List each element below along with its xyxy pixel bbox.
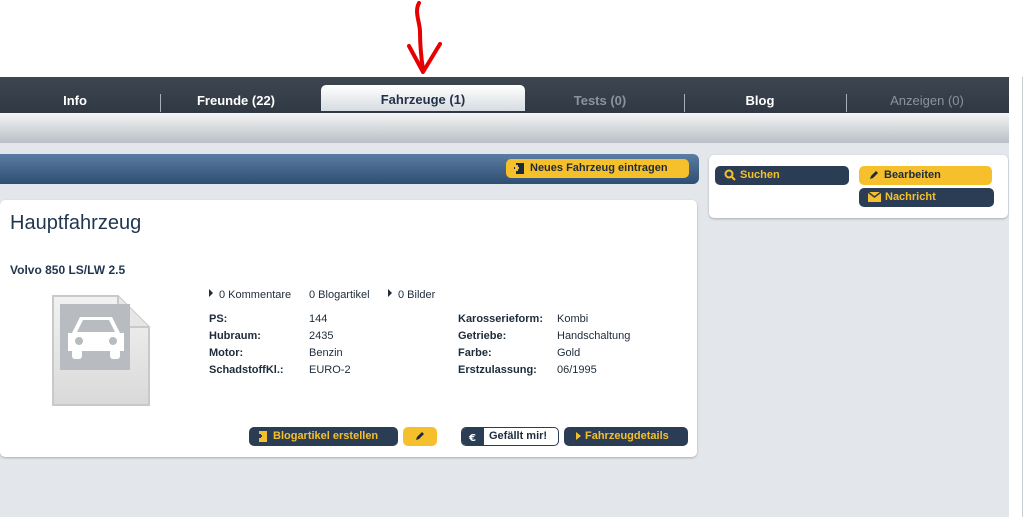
page-border bbox=[1022, 77, 1023, 517]
spec-row: Erstzulassung: bbox=[458, 364, 537, 376]
pencil-icon bbox=[416, 432, 424, 441]
arrow-right-icon bbox=[209, 289, 213, 297]
spec-row: Hubraum: bbox=[209, 330, 261, 342]
create-blog-label: Blogartikel erstellen bbox=[273, 430, 379, 442]
vehicle-details-label: Fahrzeugdetails bbox=[585, 430, 669, 442]
add-document-icon bbox=[514, 162, 524, 174]
tab-bar: Info Freunde (22) Fahrzeuge (1) Tests (0… bbox=[0, 77, 1009, 113]
images-link[interactable]: 0 Bilder bbox=[388, 289, 435, 301]
spec-value: 06/1995 bbox=[557, 364, 597, 376]
blog-articles-link[interactable]: 0 Blogartikel bbox=[309, 289, 370, 301]
spec-row: PS: bbox=[209, 313, 228, 325]
envelope-icon bbox=[868, 192, 881, 203]
spec-value: EURO-2 bbox=[309, 364, 351, 376]
like-label: Gefällt mir! bbox=[489, 430, 548, 442]
new-vehicle-button[interactable]: Neues Fahrzeug eintragen bbox=[506, 159, 689, 178]
annotation-arrow-icon bbox=[407, 1, 442, 74]
spec-value: 144 bbox=[309, 313, 328, 325]
spec-value: Gold bbox=[557, 347, 581, 359]
search-icon bbox=[724, 169, 736, 181]
spec-row: Karosserieform: bbox=[458, 313, 543, 325]
message-button[interactable]: Nachricht bbox=[859, 188, 994, 207]
spec-value: Kombi bbox=[557, 313, 589, 325]
arrow-right-icon bbox=[388, 289, 392, 297]
spec-row: Farbe: bbox=[458, 347, 492, 359]
tab-tests[interactable]: Tests (0) bbox=[525, 77, 675, 113]
like-button[interactable]: € Gefällt mir! bbox=[461, 427, 559, 446]
vehicle-name[interactable]: Volvo 850 LS/LW 2.5 bbox=[10, 263, 125, 277]
arrow-right-icon bbox=[576, 432, 581, 441]
tab-fahrzeuge[interactable]: Fahrzeuge (1) bbox=[321, 85, 525, 111]
search-button[interactable]: Suchen bbox=[715, 166, 849, 185]
vehicle-details-button[interactable]: Fahrzeugdetails bbox=[564, 427, 688, 446]
edit-profile-button[interactable]: Bearbeiten bbox=[859, 166, 992, 185]
create-blog-button[interactable]: Blogartikel erstellen bbox=[249, 427, 398, 446]
spec-row: Getriebe: bbox=[458, 330, 507, 342]
tab-shelf bbox=[0, 113, 1009, 143]
pencil-icon bbox=[870, 171, 878, 180]
spec-row: Motor: bbox=[209, 347, 244, 359]
tab-info[interactable]: Info bbox=[0, 77, 150, 113]
edit-profile-label: Bearbeiten bbox=[884, 169, 941, 181]
card-title: Hauptfahrzeug bbox=[10, 212, 142, 234]
tab-anzeigen[interactable]: Anzeigen (0) bbox=[847, 77, 1007, 113]
message-label: Nachricht bbox=[885, 191, 936, 203]
like-icon: € bbox=[462, 428, 484, 445]
spec-value: Benzin bbox=[309, 347, 343, 359]
profile-actions-card bbox=[709, 155, 1008, 218]
spec-value: Handschaltung bbox=[557, 330, 631, 342]
tab-blog[interactable]: Blog bbox=[685, 77, 835, 113]
edit-vehicle-button[interactable] bbox=[403, 427, 437, 446]
new-vehicle-label: Neues Fahrzeug eintragen bbox=[530, 162, 668, 174]
car-image-placeholder-icon[interactable] bbox=[50, 293, 152, 409]
svg-text:€: € bbox=[468, 433, 476, 444]
spec-row: SchadstoffKl.: bbox=[209, 364, 284, 376]
tab-freunde[interactable]: Freunde (22) bbox=[161, 77, 311, 113]
search-label: Suchen bbox=[740, 169, 780, 181]
add-document-icon bbox=[258, 430, 267, 442]
comments-link[interactable]: 0 Kommentare bbox=[209, 289, 291, 301]
spec-value: 2435 bbox=[309, 330, 334, 342]
